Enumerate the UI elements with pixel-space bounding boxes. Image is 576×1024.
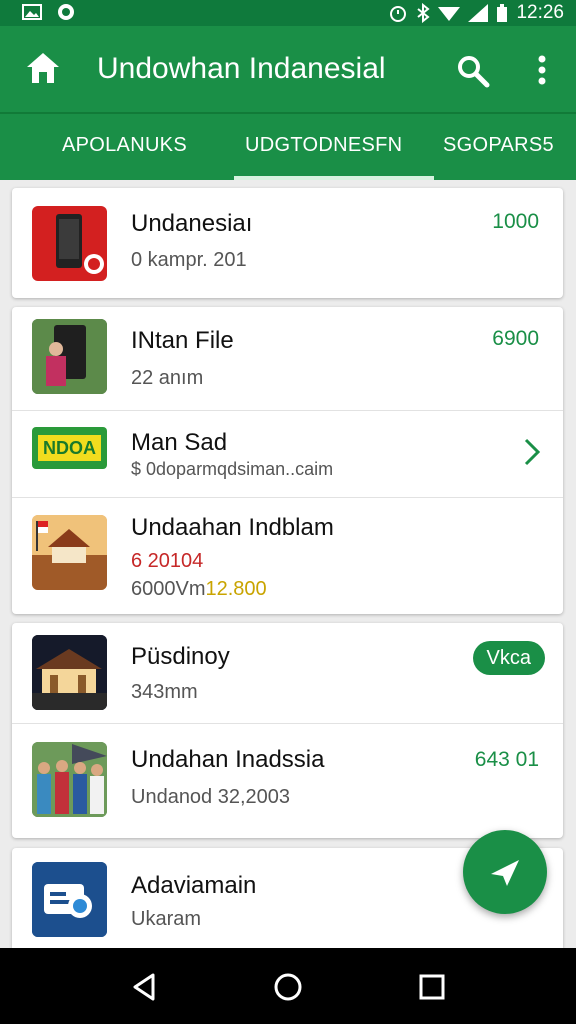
item-title: INtan File — [131, 327, 234, 354]
status-bar: 12:26 — [0, 0, 576, 26]
app-thumbnail — [32, 515, 107, 590]
app-title: Undowhan Indanesial — [97, 52, 386, 85]
item-title: Man Sad — [131, 429, 228, 456]
list-item[interactable]: INtan File 22 anım 6900 — [12, 307, 563, 410]
system-nav-bar — [0, 948, 576, 1024]
thumbnail-logo-text: NDOA — [38, 435, 101, 461]
compose-fab-button[interactable] — [463, 830, 547, 914]
item-subtitle: 343mm — [131, 681, 198, 703]
list-card: Püsdinoy 343mm Vkca Undahan Inadssia Und… — [12, 623, 563, 838]
search-icon[interactable] — [456, 54, 490, 88]
item-title: Adaviamain — [131, 872, 257, 899]
item-subtitle-line2: 6000Vm12.800 — [131, 578, 267, 601]
item-title: Püsdinoy — [131, 643, 230, 670]
home-button-icon[interactable] — [273, 972, 303, 1002]
tab-2[interactable]: UDGTODNESFN — [245, 134, 402, 157]
list-item[interactable]: Undahan Inadssia Undanod 32,2003 643 01 — [12, 724, 563, 838]
item-subtitle: Undanod 32,2003 — [131, 786, 291, 808]
tab-3[interactable]: SGOPARS5 — [443, 134, 554, 157]
list-item[interactable]: Undaahan Indblam 6 20104 6000Vm12.800 — [12, 498, 563, 614]
app-thumbnail — [32, 742, 107, 817]
item-subtitle-part-a: 6000Vm — [131, 578, 206, 600]
app-thumbnail — [32, 206, 107, 281]
app-bar: Undowhan Indanesial — [0, 26, 576, 112]
list-card: INtan File 22 anım 6900 NDOA Man Sad $ 0… — [12, 307, 563, 614]
alarm-icon — [390, 6, 407, 22]
clock-time: 12:26 — [516, 2, 564, 23]
item-subtitle: 22 anım — [131, 367, 204, 389]
chevron-right-icon[interactable] — [523, 437, 541, 467]
list-item[interactable]: Undanesiaı 0 kampr. 201 1000 — [12, 188, 563, 298]
tab-indicator — [234, 176, 434, 180]
list-item[interactable]: NDOA Man Sad $ 0doparmqdsiman..caim — [12, 411, 563, 497]
item-value: 6900 — [492, 327, 539, 350]
bluetooth-icon — [417, 3, 431, 23]
item-subtitle: Ukaram — [131, 908, 202, 930]
back-icon[interactable] — [129, 972, 159, 1002]
app-notification-icon — [58, 4, 74, 20]
tab-1[interactable]: APOLANUKS — [62, 134, 187, 157]
home-icon[interactable] — [24, 50, 62, 86]
list-item[interactable]: Püsdinoy 343mm Vkca — [12, 623, 563, 723]
item-subtitle-part-b: 12.800 — [205, 578, 267, 600]
app-thumbnail: NDOA — [32, 427, 107, 469]
item-title: Undahan Inadssia — [131, 746, 325, 773]
item-subtitle: $ 0doparmqdsiman..caim — [131, 459, 334, 479]
app-thumbnail — [32, 862, 107, 937]
battery-icon — [497, 4, 508, 22]
signal-icon — [468, 4, 489, 22]
item-title: Undanesiaı — [131, 210, 253, 237]
recents-icon[interactable] — [417, 972, 447, 1002]
item-subtitle: 0 kampr. 201 — [131, 249, 247, 271]
item-value: 643 01 — [474, 748, 539, 771]
app-thumbnail — [32, 635, 107, 710]
item-value: 1000 — [492, 210, 539, 233]
wifi-icon — [438, 7, 461, 21]
more-options-icon[interactable] — [530, 52, 554, 88]
image-notification-icon — [22, 4, 42, 20]
item-subtitle-line1: 6 20104 — [131, 550, 204, 572]
tab-bar: APOLANUKS UDGTODNESFN SGOPARS5 — [0, 112, 576, 180]
send-icon — [491, 860, 519, 886]
list-card: Undanesiaı 0 kampr. 201 1000 — [12, 188, 563, 298]
item-title: Undaahan Indblam — [131, 514, 334, 541]
app-thumbnail — [32, 319, 107, 394]
status-badge[interactable]: Vkca — [472, 641, 545, 675]
